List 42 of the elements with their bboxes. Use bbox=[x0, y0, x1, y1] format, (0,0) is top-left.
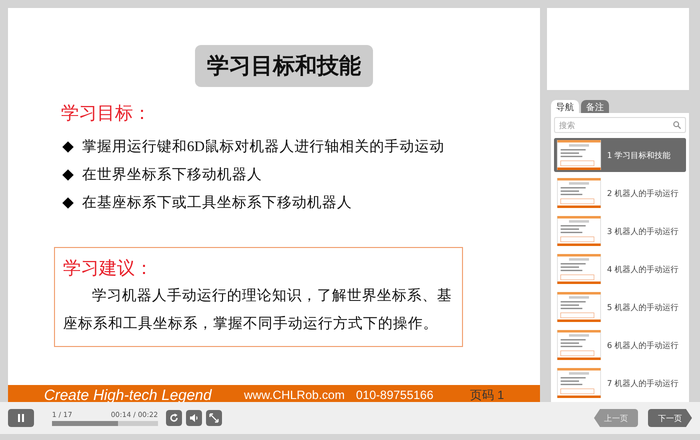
slide-list-item[interactable]: 7 机器人的手动运行 bbox=[554, 366, 686, 400]
slide-thumbnail-drawing bbox=[557, 140, 601, 170]
next-page-button[interactable]: 下一页 bbox=[648, 409, 692, 427]
expand-icon bbox=[209, 413, 219, 423]
slide-thumbnail-drawing bbox=[557, 292, 601, 322]
search-icon bbox=[673, 121, 681, 129]
slide-list-item[interactable]: 6 机器人的手动运行 bbox=[554, 328, 686, 362]
advice-text: 学习机器人手动运行的理论知识，了解世界坐标系、基座标系和工具坐标系，掌握不同手动运行方式下的操作。 bbox=[63, 286, 453, 334]
replay-button[interactable] bbox=[166, 410, 182, 426]
pause-icon bbox=[16, 413, 26, 423]
slide-thumbnail-drawing bbox=[557, 330, 601, 360]
slide-list-item[interactable]: 4 机器人的手动运行 bbox=[554, 252, 686, 286]
refresh-icon bbox=[169, 413, 179, 423]
slide-thumbnail-drawing bbox=[557, 178, 601, 208]
slide-title: 学习目标和技能 bbox=[195, 45, 373, 87]
slide-thumbnail-drawing bbox=[557, 254, 601, 284]
diamond-bullet-icon bbox=[62, 168, 74, 180]
slide-list-item[interactable]: 1 学习目标和技能 bbox=[554, 138, 686, 172]
sidebar-tab[interactable]: 备注 bbox=[581, 100, 609, 113]
goal-text: 在世界坐标系下移动机器人 bbox=[82, 166, 262, 184]
progress-bar[interactable] bbox=[52, 420, 158, 426]
slide-list-item[interactable]: 2 机器人的手动运行 bbox=[554, 176, 686, 210]
slogan-text: Create High-tech Legend bbox=[44, 386, 213, 404]
goal-text: 在基座标系下或工具坐标系下移动机器人 bbox=[82, 194, 352, 212]
diamond-bullet-icon bbox=[62, 140, 74, 152]
section-heading: 学习建议： bbox=[63, 257, 154, 280]
volume-button[interactable] bbox=[186, 410, 202, 426]
section-heading: 学习目标： bbox=[61, 102, 152, 125]
goal-text: 掌握用运行键和6D鼠标对机器人进行轴相关的手动运动 bbox=[82, 138, 445, 156]
fullscreen-button[interactable] bbox=[206, 410, 222, 426]
pause-button[interactable] bbox=[8, 409, 34, 427]
slide-thumbnail-drawing bbox=[557, 216, 601, 246]
speaker-icon bbox=[189, 413, 199, 423]
slide-list-item[interactable]: 5 机器人的手动运行 bbox=[554, 290, 686, 324]
diamond-bullet-icon bbox=[62, 196, 74, 208]
search-field[interactable]: 搜索 bbox=[554, 117, 686, 133]
website-text: www.CHLRob.com bbox=[244, 388, 346, 402]
slide-list-item[interactable]: 3 机器人的手动运行 bbox=[554, 214, 686, 248]
page-number: 页码 1 bbox=[470, 386, 504, 404]
phone-text: 010-89755166 bbox=[356, 388, 434, 402]
slide-thumbnail-drawing bbox=[557, 368, 601, 398]
sidebar-tab[interactable]: 导航 bbox=[551, 100, 579, 113]
